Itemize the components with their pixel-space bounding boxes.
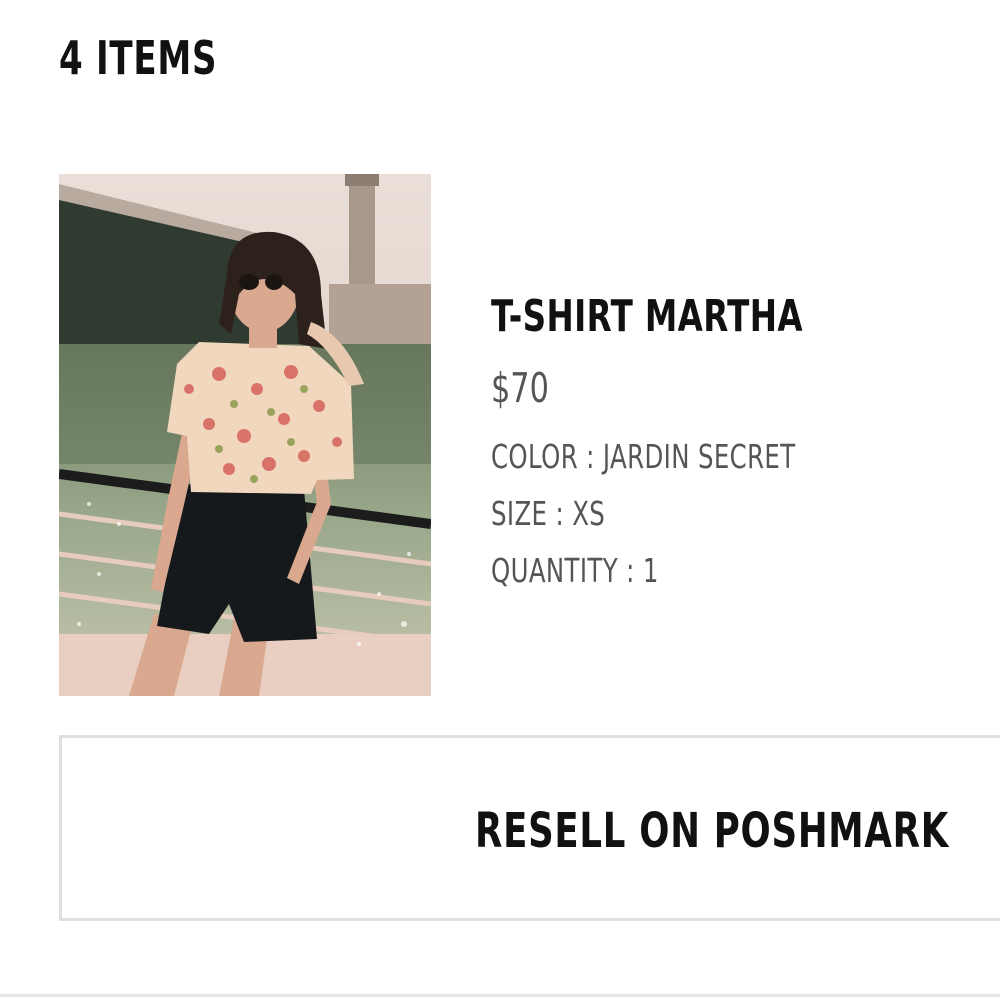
product-photo-icon <box>59 174 431 696</box>
resell-button-label: RESELL ON POSHMARK <box>475 798 1000 864</box>
product-size: SIZE : XS <box>491 491 645 537</box>
product-color-text: COLOR : JARDIN SECRET <box>491 437 796 476</box>
items-count-label: 4 ITEMS <box>59 31 218 85</box>
product-price: $70 <box>491 360 569 416</box>
product-name[interactable]: T-SHIRT MARTHA <box>491 286 913 348</box>
product-quantity-text: QUANTITY : 1 <box>491 551 659 590</box>
product-price-text: $70 <box>491 364 549 412</box>
product-quantity: QUANTITY : 1 <box>491 548 718 594</box>
resell-button-text: RESELL ON POSHMARK <box>475 803 949 859</box>
product-color: COLOR : JARDIN SECRET <box>491 434 902 480</box>
product-image[interactable] <box>59 174 431 696</box>
items-count-heading: 4 ITEMS <box>59 26 273 90</box>
product-name-text: T-SHIRT MARTHA <box>491 291 803 342</box>
bottom-divider <box>0 994 1000 997</box>
product-size-text: SIZE : XS <box>491 494 606 533</box>
resell-on-poshmark-button[interactable]: RESELL ON POSHMARK <box>59 735 1000 921</box>
